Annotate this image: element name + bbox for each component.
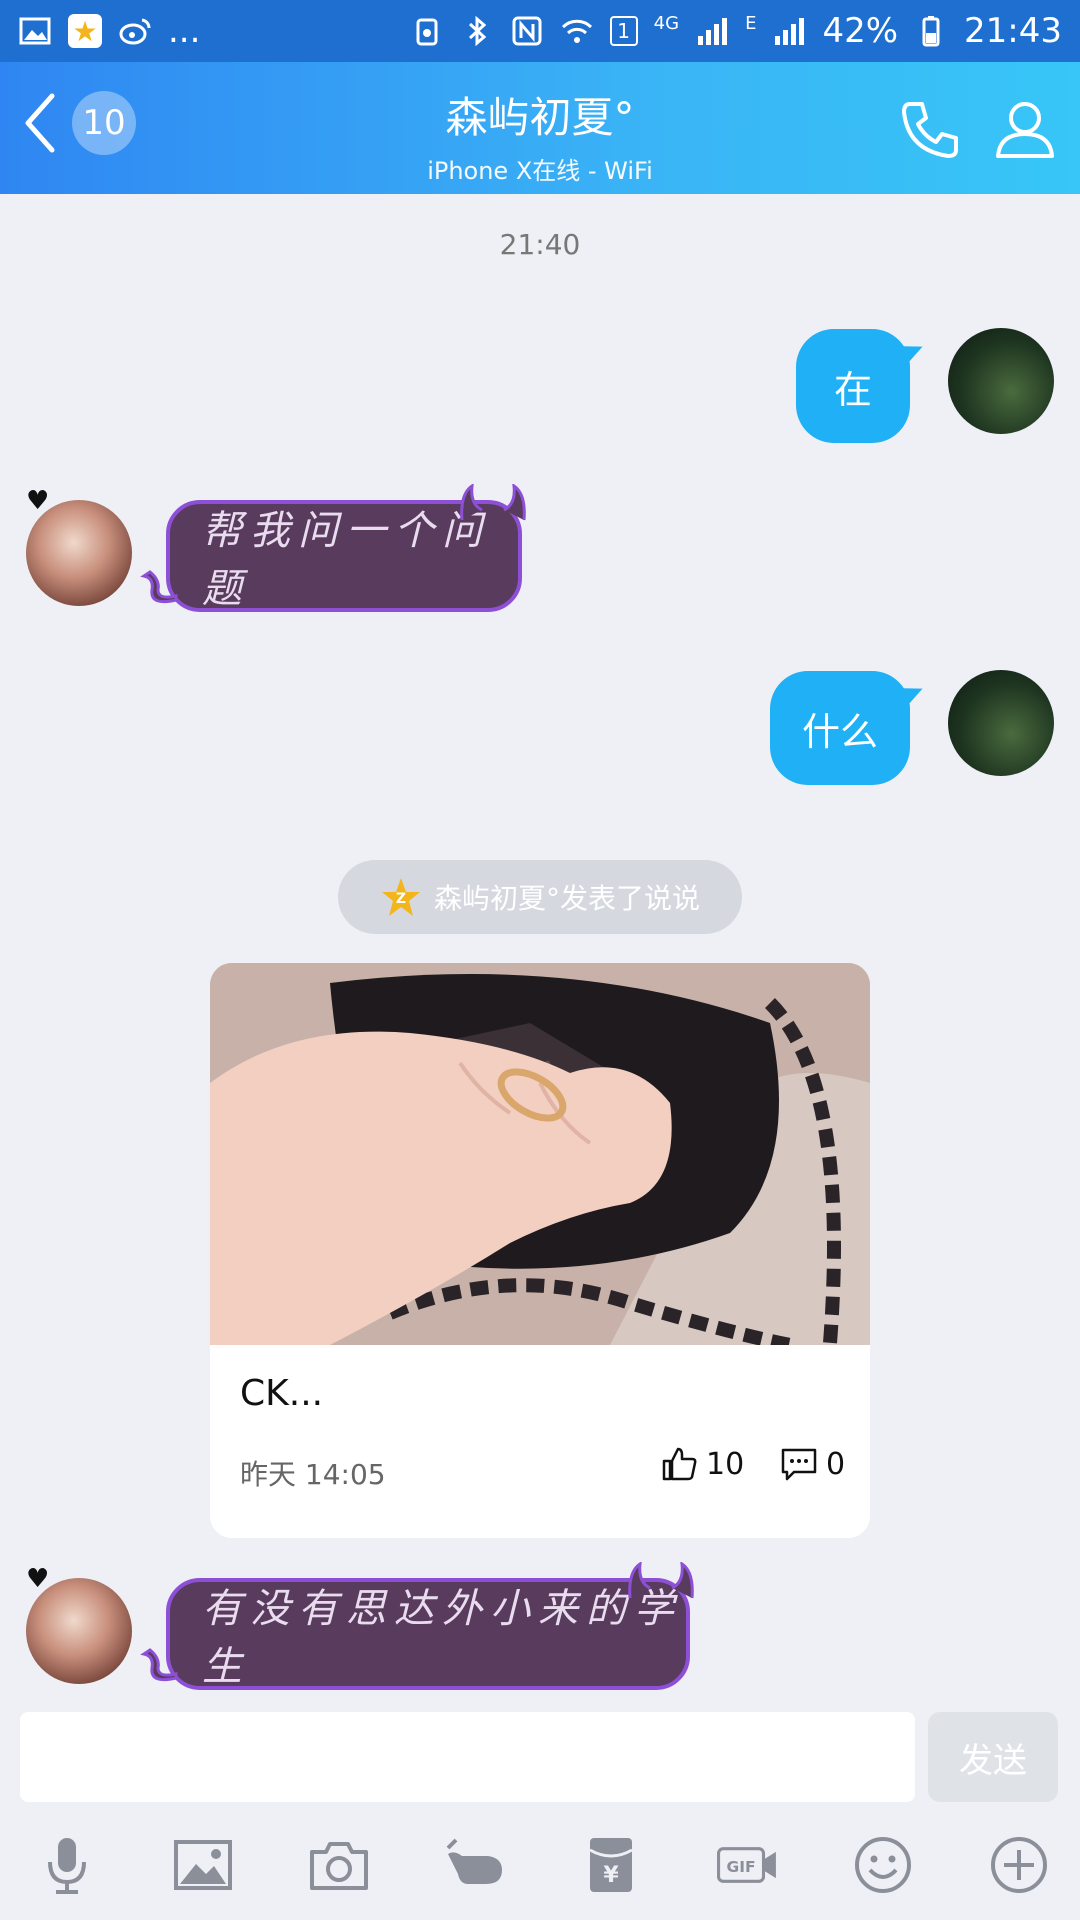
self-avatar[interactable]: [948, 328, 1054, 434]
bubble-tail: [894, 337, 928, 369]
devil-horns-icon: [628, 1562, 694, 1599]
status-overflow: ...: [168, 11, 201, 51]
wifi-icon: [560, 14, 594, 48]
poke-button[interactable]: [440, 1830, 510, 1900]
emoji-icon: [855, 1837, 911, 1893]
svg-text:GIF: GIF: [726, 1858, 755, 1876]
signal-icon: [695, 14, 729, 48]
status-time: 21:43: [964, 11, 1062, 51]
comment-button[interactable]: 0: [780, 1445, 845, 1483]
input-toolbar: ¥ GIF: [0, 1830, 1080, 1910]
message-bubble-other[interactable]: 有没有思达外小来的学生: [166, 1578, 690, 1690]
voice-input-button[interactable]: [32, 1830, 102, 1900]
send-button[interactable]: 发送: [928, 1712, 1058, 1802]
poke-hand-icon: [446, 1838, 502, 1884]
red-packet-button[interactable]: ¥: [576, 1830, 646, 1900]
battery-percent: 42%: [822, 11, 899, 51]
message-bubble-self[interactable]: 在: [796, 329, 928, 443]
time-divider: 21:40: [499, 228, 581, 261]
message-input[interactable]: [20, 1712, 915, 1802]
message-text: 有没有思达外小来的学生: [202, 1586, 682, 1690]
thumbs-up-icon: [662, 1447, 697, 1481]
bubble-tail: [894, 679, 928, 711]
gallery-icon: [18, 14, 52, 48]
nfc-icon: [510, 14, 544, 48]
comment-count: 0: [826, 1446, 846, 1482]
post-photo[interactable]: [210, 963, 870, 1345]
message-text: 什么: [801, 709, 878, 754]
network-e-label: E: [745, 12, 757, 34]
chat-header: 10 森屿初夏° iPhone X在线 - WiFi: [0, 62, 1080, 194]
system-notice-text: 森屿初夏°发表了说说: [433, 882, 700, 915]
red-packet-icon: ¥: [589, 1838, 633, 1892]
profile-button[interactable]: [990, 94, 1060, 164]
signal-icon-2: [772, 14, 806, 48]
status-left: ★ ...: [18, 11, 200, 51]
post-title: CK...: [240, 1373, 324, 1414]
svg-text:¥: ¥: [603, 1863, 619, 1888]
message-bubble-self[interactable]: 什么: [770, 671, 928, 785]
gif-button[interactable]: GIF: [708, 1830, 788, 1900]
devil-tail-icon: [140, 1648, 178, 1682]
devil-tail-icon: [140, 570, 178, 604]
person-icon: [996, 102, 1054, 158]
gif-icon: GIF: [717, 1847, 776, 1883]
shared-post-card[interactable]: CK... 昨天 14:05 10 0: [210, 963, 870, 1538]
recycle-icon: [410, 14, 444, 48]
heart-deco-icon: ♥: [26, 1564, 50, 1594]
sim-badge: 1: [609, 16, 638, 46]
phone-icon: [902, 102, 958, 158]
like-button[interactable]: 10: [660, 1445, 744, 1483]
more-button[interactable]: [984, 1830, 1054, 1900]
camera-button[interactable]: [304, 1830, 374, 1900]
emoji-button[interactable]: [848, 1830, 918, 1900]
status-bar: ★ ... 1 4G E 42% 21:43: [0, 0, 1080, 62]
devil-horns-icon: [460, 484, 526, 521]
heart-deco-icon: ♥: [26, 486, 50, 516]
status-right: 1 4G E 42% 21:43: [410, 11, 1062, 51]
like-count: 10: [706, 1446, 745, 1482]
post-photo-image: [210, 963, 870, 1345]
post-date: 昨天 14:05: [240, 1458, 386, 1491]
comment-icon: [781, 1448, 817, 1481]
message-text: 在: [833, 367, 872, 412]
camera-icon: [310, 1842, 368, 1890]
microphone-icon: [48, 1838, 86, 1894]
image-icon: [174, 1840, 232, 1890]
voice-call-button[interactable]: [896, 94, 966, 164]
weibo-icon: [118, 14, 152, 48]
self-avatar[interactable]: [948, 670, 1054, 776]
system-notice[interactable]: Z 森屿初夏°发表了说说: [338, 860, 742, 934]
bluetooth-icon: [460, 14, 494, 48]
photo-button[interactable]: [168, 1830, 238, 1900]
svg-text:Z: Z: [396, 891, 406, 907]
plus-icon: [991, 1837, 1047, 1893]
network-4g-label: 4G: [653, 12, 680, 34]
battery-icon: [914, 14, 948, 48]
qzone-star-icon: Z: [381, 878, 420, 916]
qzone-star-icon: ★: [68, 14, 102, 48]
